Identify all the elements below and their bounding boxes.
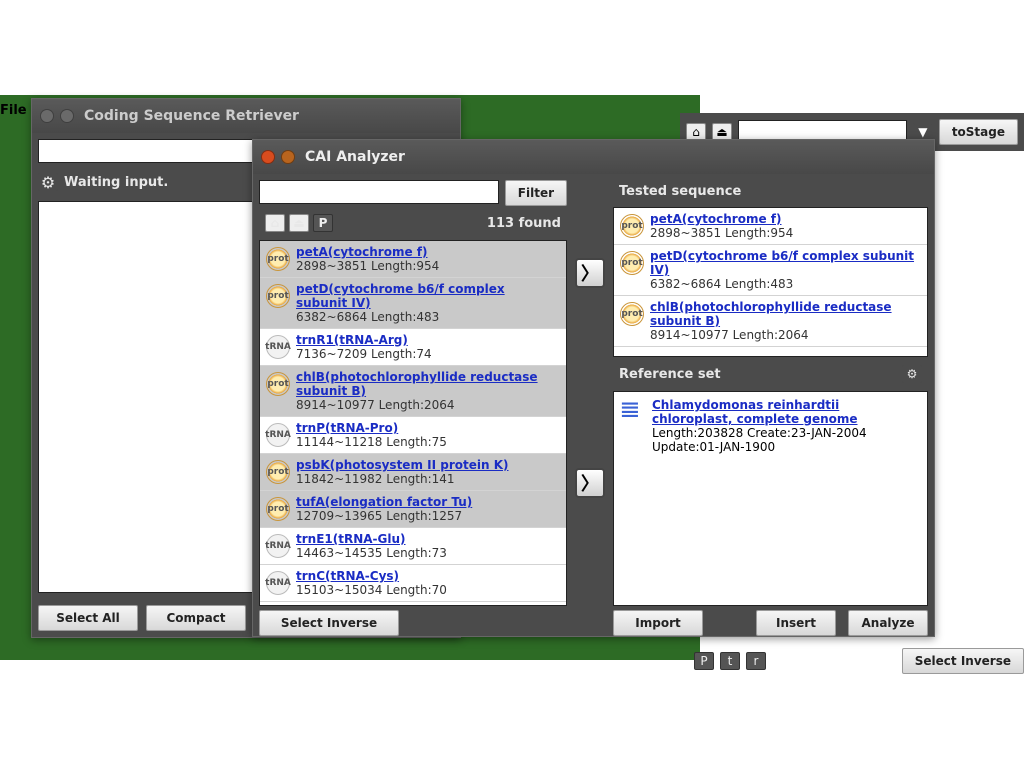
reference-panel: 𝌆 Chlamydomonas reinhardtii chloroplast,…: [613, 391, 928, 606]
list-item[interactable]: protchlB(photochlorophyllide reductase s…: [260, 366, 566, 417]
close-icon[interactable]: [261, 150, 275, 164]
protein-icon: prot: [266, 284, 290, 308]
window-cai: CAI Analyzer Filter ⌂ ⏏ P 113 found prot…: [252, 139, 935, 637]
tested-header: Tested sequence: [613, 180, 928, 203]
found-count: 113 found: [487, 216, 561, 231]
sequence-position: 11842~11982 Length:141: [296, 472, 508, 486]
home-icon[interactable]: ⌂: [265, 214, 285, 232]
p-icon[interactable]: P: [694, 652, 714, 670]
close-icon[interactable]: [40, 109, 54, 123]
protein-icon: prot: [266, 497, 290, 521]
sequence-name[interactable]: petA(cytochrome f): [296, 245, 439, 259]
csr-titlebar[interactable]: Coding Sequence Retriever: [32, 99, 460, 133]
cai-title: CAI Analyzer: [305, 149, 405, 165]
list-item[interactable]: protchlB(photochlorophyllide reductase s…: [614, 296, 927, 347]
to-stage-button[interactable]: toStage: [939, 119, 1018, 145]
list-item[interactable]: prot psbK(photosystem II protein K)11842~…: [260, 454, 566, 491]
protein-icon: prot: [266, 247, 290, 271]
cai-titlebar[interactable]: CAI Analyzer: [253, 140, 934, 174]
chromosome-icon: 𝌆: [620, 398, 646, 428]
list-item[interactable]: tRNA trnR1(tRNA-Arg)7136~7209 Length:74: [260, 329, 566, 366]
menu-file[interactable]: File: [0, 103, 27, 118]
sequence-position: 2898~3851 Length:954: [296, 259, 439, 273]
sequence-name[interactable]: chlB(photochlorophyllide reductase subun…: [650, 300, 921, 328]
sequence-name[interactable]: petD(cytochrome b6/f complex subunit IV): [296, 282, 560, 310]
list-item[interactable]: tRNA trnE1(tRNA-Glu)14463~14535 Length:73: [260, 528, 566, 565]
r-icon[interactable]: r: [746, 652, 766, 670]
sequence-position: 8914~10977 Length:2064: [650, 328, 921, 342]
move-to-tested-button[interactable]: 〉: [575, 258, 605, 288]
sequence-name[interactable]: tufA(elongation factor Tu): [296, 495, 472, 509]
protein-icon: prot: [620, 302, 644, 326]
sequence-position: 7136~7209 Length:74: [296, 347, 432, 361]
sequence-name[interactable]: petA(cytochrome f): [650, 212, 793, 226]
list-item[interactable]: prot tufA(elongation factor Tu)12709~1396…: [260, 491, 566, 528]
sequence-position: 2898~3851 Length:954: [650, 226, 793, 240]
protein-icon: prot: [266, 372, 290, 396]
sequence-name[interactable]: petD(cytochrome b6/f complex subunit IV): [650, 249, 921, 277]
list-item[interactable]: tRNA trnP(tRNA-Pro)11144~11218 Length:75: [260, 417, 566, 454]
reference-meta1: Length:203828 Create:23-JAN-2004: [652, 426, 921, 440]
list-item[interactable]: tRNA trnC(tRNA-Cys)15103~15034 Length:70: [260, 565, 566, 602]
sequence-position: 6382~6864 Length:483: [650, 277, 921, 291]
eject-icon[interactable]: ⏏: [289, 214, 309, 232]
filter-input[interactable]: [259, 180, 499, 204]
import-button[interactable]: Import: [613, 610, 703, 636]
reference-meta2: Update:01-JAN-1900: [652, 440, 921, 454]
cai-sequence-list[interactable]: prot petA(cytochrome f)2898~3851 Length:9…: [259, 240, 567, 606]
sequence-name[interactable]: chlB(photochlorophyllide reductase subun…: [296, 370, 560, 398]
tested-sequence-list[interactable]: prot petA(cytochrome f)2898~3851 Length:9…: [613, 207, 928, 357]
move-to-reference-button[interactable]: 〉: [575, 468, 605, 498]
t-icon[interactable]: t: [720, 652, 740, 670]
trna-icon: tRNA: [266, 534, 290, 558]
list-item[interactable]: protpetD(cytochrome b6/f complex subunit…: [614, 245, 927, 296]
trna-icon: tRNA: [266, 423, 290, 447]
sequence-name[interactable]: psbK(photosystem II protein K): [296, 458, 508, 472]
sequence-position: 15103~15034 Length:70: [296, 583, 447, 597]
reference-header: Reference set ⚙: [613, 361, 928, 387]
list-item[interactable]: protpetD(cytochrome b6/f complex subunit…: [260, 278, 566, 329]
sequence-name[interactable]: trnE1(tRNA-Glu): [296, 532, 447, 546]
trna-icon: tRNA: [266, 335, 290, 359]
insert-button[interactable]: Insert: [756, 610, 836, 636]
cai-list-header: ⌂ ⏏ P 113 found: [259, 210, 567, 236]
csr-status-text: Waiting input.: [64, 175, 168, 190]
select-inverse-button[interactable]: Select Inverse: [902, 648, 1024, 674]
csr-title: Coding Sequence Retriever: [84, 108, 299, 124]
sequence-position: 12709~13965 Length:1257: [296, 509, 472, 523]
protein-icon: prot: [620, 214, 644, 238]
sequence-position: 8914~10977 Length:2064: [296, 398, 560, 412]
protein-icon: prot: [620, 251, 644, 275]
trna-icon: tRNA: [266, 571, 290, 595]
sequence-name[interactable]: trnP(tRNA-Pro): [296, 421, 447, 435]
sequence-position: 14463~14535 Length:73: [296, 546, 447, 560]
gear-icon: ⚙: [38, 173, 58, 191]
sequence-name[interactable]: trnR1(tRNA-Arg): [296, 333, 432, 347]
select-all-button[interactable]: Select All: [38, 605, 138, 631]
filter-button[interactable]: Filter: [505, 180, 567, 206]
minimize-icon[interactable]: [60, 109, 74, 123]
select-inverse-button[interactable]: Select Inverse: [259, 610, 399, 636]
sequence-position: 11144~11218 Length:75: [296, 435, 447, 449]
reference-name[interactable]: Chlamydomonas reinhardtii chloroplast, c…: [652, 398, 921, 426]
compact-button[interactable]: Compact: [146, 605, 246, 631]
sequence-position: 6382~6864 Length:483: [296, 310, 560, 324]
p-icon[interactable]: P: [313, 214, 333, 232]
protein-icon: prot: [266, 460, 290, 484]
bottom-right-toolbar: P t r Select Inverse: [694, 648, 1024, 674]
analyze-button[interactable]: Analyze: [848, 610, 928, 636]
list-item[interactable]: prot petA(cytochrome f)2898~3851 Length:9…: [614, 208, 927, 245]
minimize-icon[interactable]: [281, 150, 295, 164]
sequence-name[interactable]: trnC(tRNA-Cys): [296, 569, 447, 583]
gear-icon[interactable]: ⚙: [902, 365, 922, 383]
list-item[interactable]: prot petA(cytochrome f)2898~3851 Length:9…: [260, 241, 566, 278]
